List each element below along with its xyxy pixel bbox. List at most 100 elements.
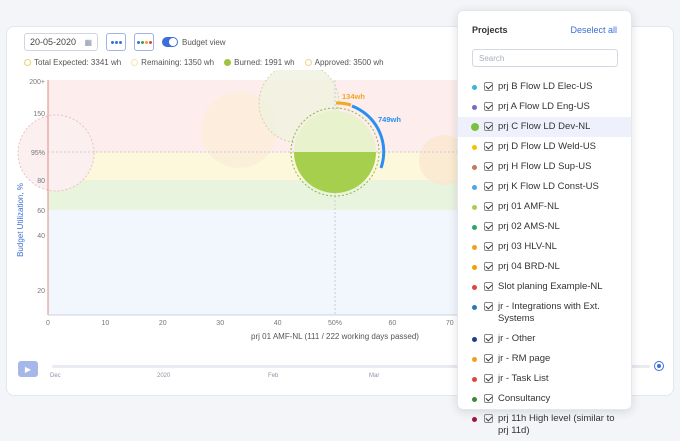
project-item[interactable]: Consultancy — [458, 389, 631, 409]
project-checkbox[interactable] — [484, 282, 493, 291]
project-checkbox[interactable] — [484, 162, 493, 171]
project-label: prj K Flow LD Const-US — [498, 181, 599, 192]
project-item[interactable]: prj 02 AMS-NL — [458, 217, 631, 237]
timeline-label: Feb — [268, 373, 279, 379]
project-item[interactable]: prj 03 HLV-NL — [458, 237, 631, 257]
projects-panel: Projects Deselect all Search prj B Flow … — [457, 10, 632, 436]
legend-dot-icon — [131, 59, 139, 67]
date-picker[interactable]: 20-05-2020 ▦ — [24, 33, 98, 51]
project-color-dot-icon — [472, 337, 477, 342]
project-label: jr - RM page — [498, 353, 551, 364]
project-item[interactable]: prj D Flow LD Weld-US — [458, 137, 631, 157]
expected-arc-label: 749wh — [378, 115, 401, 124]
y-tick-label: 95% — [31, 150, 45, 157]
color-dot-icon — [148, 40, 152, 44]
project-checkbox[interactable] — [484, 142, 493, 151]
project-color-dot-icon — [472, 357, 477, 362]
project-color-dot-icon — [472, 245, 477, 250]
x-tick-label: 50% — [328, 320, 342, 327]
project-checkbox[interactable] — [484, 354, 493, 363]
project-color-dot-icon — [472, 165, 477, 170]
color-dot-icon — [110, 40, 114, 44]
budget-view-label: Budget view — [182, 37, 226, 47]
project-label: prj A Flow LD Eng-US — [498, 101, 590, 112]
project-color-dot-icon — [472, 225, 477, 230]
project-checkbox[interactable] — [484, 202, 493, 211]
play-button[interactable]: ▶ — [18, 361, 38, 377]
project-label: Consultancy — [498, 393, 551, 404]
legend-label: Burned: 1991 wh — [234, 58, 295, 67]
project-color-dot-icon — [472, 285, 477, 290]
project-item[interactable]: prj 01 AMF-NL — [458, 197, 631, 217]
project-checkbox[interactable] — [484, 82, 493, 91]
project-item[interactable]: jr - Other — [458, 329, 631, 349]
approved-arc-label: 134wh — [342, 92, 365, 101]
x-axis-label: prj 01 AMF-NL (111 / 222 working days pa… — [251, 332, 419, 341]
legend-dot-icon — [224, 59, 232, 67]
legend-label: Total Expected: 3341 wh — [34, 58, 122, 67]
toggle-switch[interactable] — [162, 37, 178, 47]
project-label: Slot planing Example-NL — [498, 281, 603, 292]
project-checkbox[interactable] — [484, 262, 493, 271]
project-label: jr - Integrations with Ext. Systems — [498, 301, 600, 324]
project-color-dot-icon — [472, 265, 477, 270]
project-label: prj 01 AMF-NL — [498, 201, 560, 212]
legend-item: Remaining: 1350 wh — [131, 58, 214, 67]
project-label: prj C Flow LD Dev-NL — [498, 121, 591, 132]
legend-item: Approved: 3500 wh — [304, 58, 384, 67]
color-dot-icon — [118, 40, 122, 44]
legend-dot-icon — [24, 59, 31, 67]
date-value: 20-05-2020 — [30, 37, 77, 47]
project-color-dot-icon — [472, 185, 477, 190]
view-mode-color-button[interactable] — [134, 33, 154, 51]
project-item[interactable]: prj A Flow LD Eng-US — [458, 97, 631, 117]
legend-label: Approved: 3500 wh — [314, 58, 384, 67]
project-checkbox[interactable] — [484, 374, 493, 383]
project-item[interactable]: prj 04 BRD-NL — [458, 257, 631, 277]
project-color-dot-icon — [472, 305, 477, 310]
zone-blue — [48, 210, 464, 315]
deselect-all-link[interactable]: Deselect all — [570, 25, 617, 35]
project-checkbox[interactable] — [484, 122, 493, 131]
project-item[interactable]: prj K Flow LD Const-US — [458, 177, 631, 197]
project-color-dot-icon — [472, 85, 477, 90]
project-checkbox[interactable] — [484, 182, 493, 191]
project-checkbox[interactable] — [484, 102, 493, 111]
project-label: prj 11h High level (similar to prj 11d) — [498, 413, 615, 436]
timeline-label: 2020 — [157, 373, 171, 379]
view-mode-blue-button[interactable] — [106, 33, 126, 51]
project-item[interactable]: prj B Flow LD Elec-US — [458, 77, 631, 97]
project-item[interactable]: Slot planing Example-NL — [458, 277, 631, 297]
y-tick-label: 60 — [37, 208, 45, 215]
project-item[interactable]: prj 11h High level (similar to prj 11d) — [458, 409, 631, 441]
project-color-dot-icon — [472, 377, 477, 382]
project-label: jr - Other — [498, 333, 536, 344]
budget-view-toggle[interactable]: Budget view — [162, 37, 226, 47]
search-input[interactable]: Search — [472, 49, 618, 67]
project-item[interactable]: jr - Integrations with Ext. Systems — [458, 297, 631, 329]
project-item[interactable]: jr - RM page — [458, 349, 631, 369]
project-item[interactable]: prj C Flow LD Dev-NL — [458, 117, 631, 137]
project-item[interactable]: prj H Flow LD Sup-US — [458, 157, 631, 177]
y-tick-label: 200+ — [29, 79, 45, 86]
project-color-dot-icon — [471, 123, 479, 131]
panel-title: Projects — [472, 25, 508, 35]
timeline-knob[interactable] — [654, 361, 664, 371]
project-checkbox[interactable] — [484, 242, 493, 251]
project-item[interactable]: jr - Task List — [458, 369, 631, 389]
legend-item: Burned: 1991 wh — [224, 58, 295, 67]
color-dot-icon — [144, 40, 148, 44]
project-label: prj B Flow LD Elec-US — [498, 81, 593, 92]
color-dot-icon — [114, 40, 118, 44]
project-checkbox[interactable] — [484, 414, 493, 423]
timeline-label: Mar — [369, 373, 380, 379]
project-label: prj D Flow LD Weld-US — [498, 141, 597, 152]
project-checkbox[interactable] — [484, 394, 493, 403]
project-color-dot-icon — [472, 397, 477, 402]
project-checkbox[interactable] — [484, 302, 493, 311]
color-dot-icon — [140, 40, 144, 44]
project-checkbox[interactable] — [484, 222, 493, 231]
project-color-dot-icon — [472, 145, 477, 150]
y-axis-label: Budget Utilization, % — [16, 183, 25, 257]
project-checkbox[interactable] — [484, 334, 493, 343]
